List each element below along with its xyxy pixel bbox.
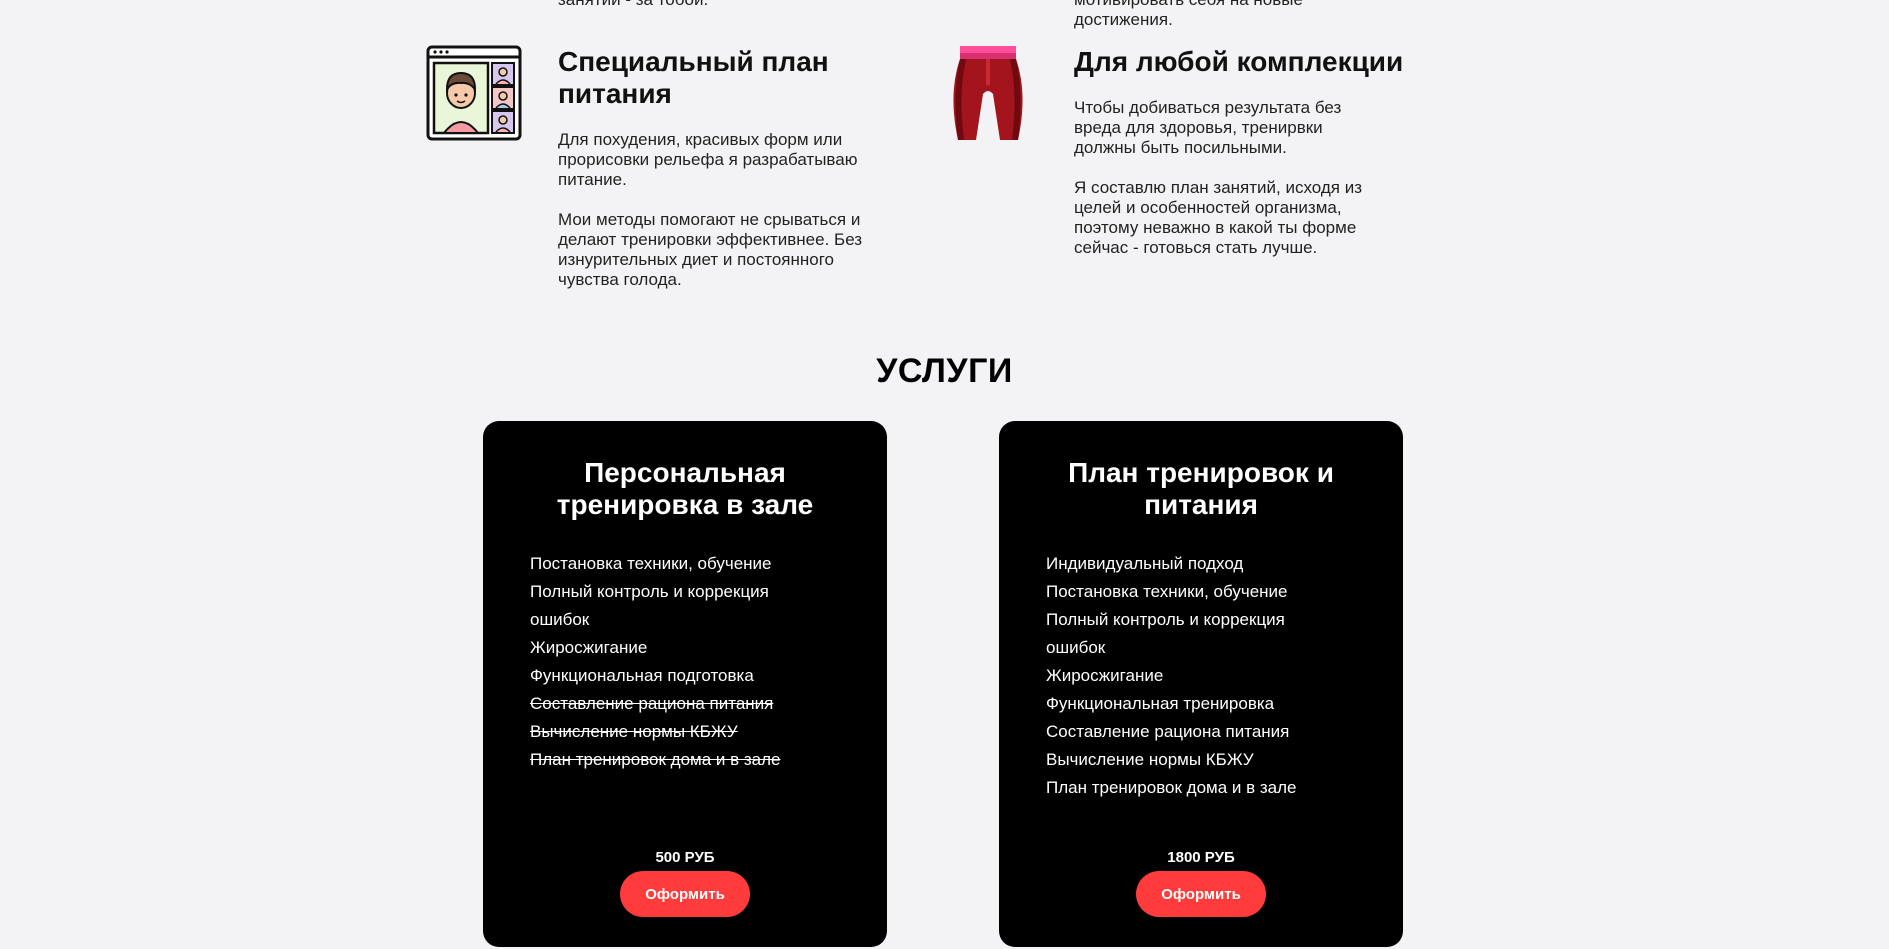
order-button[interactable]: Оформить xyxy=(1136,871,1266,917)
list-item: Функциональная тренировка xyxy=(1046,694,1275,713)
previous-section-text-right: мотивировать себя на новые достижения. xyxy=(1074,0,1303,29)
feature-title: Для любой комплекции xyxy=(1074,46,1404,77)
card-title: План тренировок и питания xyxy=(1068,457,1334,520)
list-item: Функциональная подготовка xyxy=(530,666,754,685)
list-item: ошибок xyxy=(530,610,590,629)
services-section-title: УСЛУГИ xyxy=(876,352,1013,390)
card-feature-list: Постановка техники, обучение Полный конт… xyxy=(530,550,860,774)
order-button[interactable]: Оформить xyxy=(620,871,750,917)
list-item-excluded: План тренировок дома и в зале xyxy=(530,750,781,769)
feature-any-body-type: Для любой комплекции Чтобы добиваться ре… xyxy=(1074,46,1454,258)
list-item: План тренировок дома и в зале xyxy=(1046,778,1297,797)
feature-title: Специальный план питания xyxy=(558,46,829,109)
feature-paragraph: Чтобы добиваться результата без вреда дл… xyxy=(1074,98,1342,157)
service-card-personal-training: Персональная тренировка в зале Постановк… xyxy=(483,421,887,947)
list-item: Постановка техники, обучение xyxy=(1046,582,1288,601)
list-item: Полный контроль и коррекция xyxy=(530,582,769,601)
list-item: Вычисление нормы КБЖУ xyxy=(1046,750,1254,769)
feature-paragraph: Для похудения, красивых форм или прорисо… xyxy=(558,130,858,189)
service-card-training-nutrition-plan: План тренировок и питания Индивидуальный… xyxy=(999,421,1403,947)
video-call-icon xyxy=(426,45,522,146)
feature-nutrition-plan: Специальный план питания Для похудения, … xyxy=(558,46,918,290)
list-item: Полный контроль и коррекция xyxy=(1046,610,1285,629)
previous-section-text-left: занятий - за тобой. xyxy=(558,0,708,10)
card-price: 1800 РУБ xyxy=(1167,849,1235,866)
list-item: Жиросжигание xyxy=(1046,666,1164,685)
feature-paragraph: Мои методы помогают не срываться и делаю… xyxy=(558,210,863,289)
list-item: Жиросжигание xyxy=(530,638,648,657)
list-item: ошибок xyxy=(1046,638,1106,657)
list-item-excluded: Вычисление нормы КБЖУ xyxy=(530,722,738,741)
list-item: Постановка техники, обучение xyxy=(530,554,772,573)
list-item: Индивидуальный подход xyxy=(1046,554,1244,573)
card-price: 500 РУБ xyxy=(655,849,715,866)
list-item-excluded: Составление рациона питания xyxy=(530,694,774,713)
card-feature-list: Индивидуальный подход Постановка техники… xyxy=(1046,550,1376,802)
card-title: Персональная тренировка в зале xyxy=(556,457,814,520)
leggings-icon xyxy=(948,44,1028,147)
feature-paragraph: Я составлю план занятий, исходя из целей… xyxy=(1074,178,1363,257)
list-item: Составление рациона питания xyxy=(1046,722,1290,741)
